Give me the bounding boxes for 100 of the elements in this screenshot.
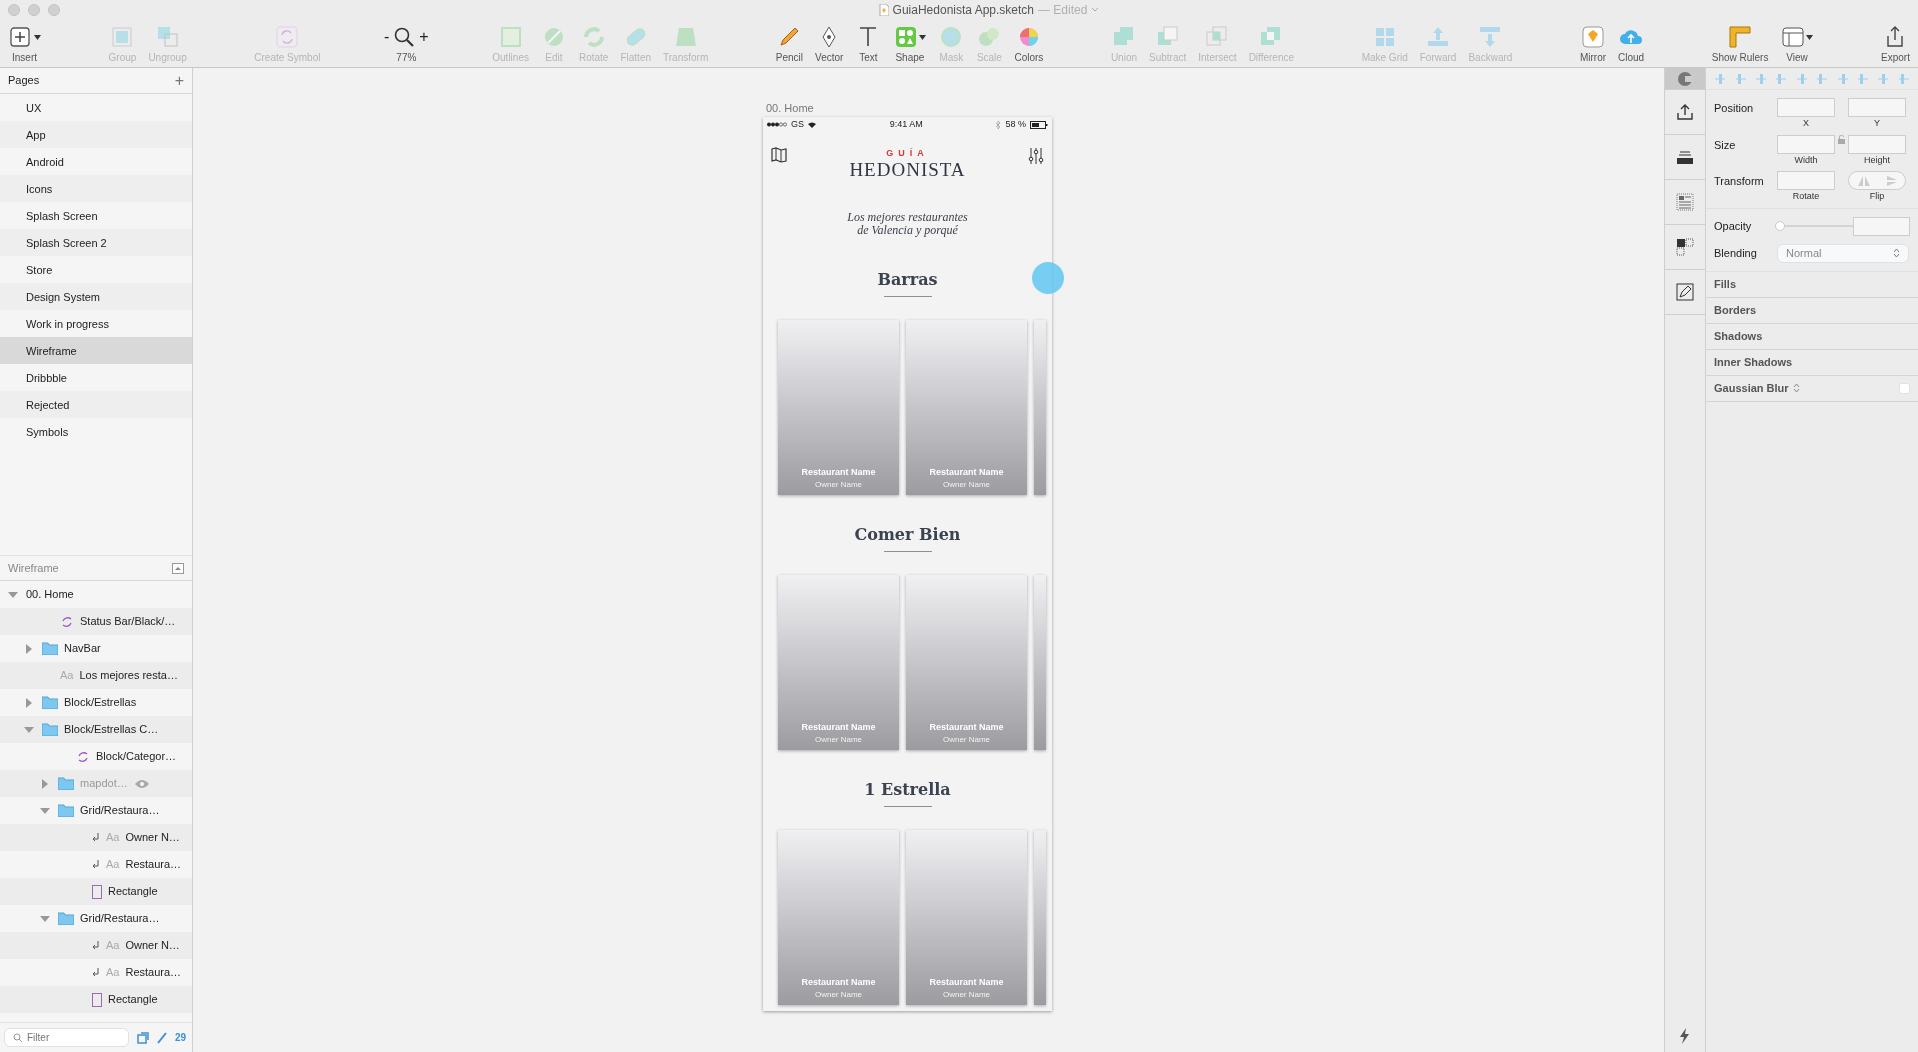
layer-row[interactable]: Block/Categor…: [0, 743, 192, 770]
lightning-icon[interactable]: [1680, 1028, 1690, 1044]
window-control[interactable]: [8, 4, 20, 16]
section-header[interactable]: Inner Shadows: [1706, 349, 1918, 376]
layer-row[interactable]: Aa Owner N…: [0, 932, 192, 959]
collapse-icon[interactable]: [172, 562, 184, 574]
layer-row[interactable]: Status Bar/Black/…: [0, 608, 192, 635]
window-control[interactable]: [28, 4, 40, 16]
section-header[interactable]: Gaussian Blur: [1706, 375, 1918, 402]
toolbar-button[interactable]: Insert: [4, 24, 45, 65]
filter-input[interactable]: Filter: [27, 1030, 117, 1045]
layer-row[interactable]: Rectangle: [0, 878, 192, 905]
page-item[interactable]: Android: [0, 148, 192, 175]
toolbar-button[interactable]: Shape: [889, 24, 931, 65]
input-field[interactable]: [1853, 216, 1910, 236]
restaurant-card[interactable]: [1034, 830, 1046, 1006]
layer-row[interactable]: Block/Estrellas C…: [0, 716, 192, 743]
toolbar-button[interactable]: View: [1776, 24, 1818, 65]
toolbar-button[interactable]: Export: [1877, 24, 1914, 65]
document-layout-icon[interactable]: [1676, 193, 1694, 211]
text-layer-icon: Aa: [106, 856, 120, 873]
restaurant-name: Restaurant Name: [801, 720, 876, 734]
page-item[interactable]: Splash Screen 2: [0, 229, 192, 256]
align-icon[interactable]: [1714, 72, 1727, 85]
page-item[interactable]: Icons: [0, 175, 192, 202]
align-icon[interactable]: [1775, 72, 1788, 85]
layer-row[interactable]: Aa Owner N…: [0, 824, 192, 851]
page-item[interactable]: Splash Screen: [0, 202, 192, 229]
search-icon: [13, 1032, 23, 1043]
section-header[interactable]: Borders: [1706, 297, 1918, 324]
page-item[interactable]: Symbols: [0, 418, 192, 445]
layer-row[interactable]: Rectangle: [0, 986, 192, 1013]
page-item[interactable]: App: [0, 121, 192, 148]
zoom-out-button[interactable]: -: [384, 25, 390, 49]
layer-row[interactable]: Grid/Restaura…: [0, 797, 192, 824]
pages-icon[interactable]: [137, 1031, 149, 1044]
page-item[interactable]: Work in progress: [0, 310, 192, 337]
align-icon[interactable]: [1897, 72, 1910, 85]
add-page-button[interactable]: +: [174, 68, 184, 93]
page-item[interactable]: Design System: [0, 283, 192, 310]
align-icon[interactable]: [1877, 72, 1890, 85]
layer-row[interactable]: Aa Los mejores resta…: [0, 662, 192, 689]
arrange-icon[interactable]: [1676, 238, 1694, 256]
checkbox[interactable]: [1899, 382, 1910, 394]
window-control[interactable]: [48, 4, 60, 16]
align-icon[interactable]: [1856, 72, 1869, 85]
layer-row[interactable]: Grid/Restaura…: [0, 905, 192, 932]
page-item[interactable]: Dribbble: [0, 364, 192, 391]
toolbar-button[interactable]: Mirror: [1575, 24, 1611, 65]
layer-row[interactable]: NavBar: [0, 635, 192, 662]
input-field[interactable]: [1848, 98, 1906, 117]
blending-select[interactable]: Normal: [1777, 243, 1909, 263]
edit-frame-icon[interactable]: [1676, 283, 1694, 301]
toolbar-button[interactable]: Pencil: [771, 24, 808, 65]
page-item[interactable]: Rejected: [0, 391, 192, 418]
map-icon[interactable]: [771, 146, 787, 163]
expanded-triangle-icon[interactable]: [40, 913, 50, 924]
align-icon[interactable]: [1754, 72, 1767, 85]
upload-icon[interactable]: [1676, 103, 1694, 121]
collapsed-triangle-icon[interactable]: [24, 697, 34, 708]
page-item[interactable]: Store: [0, 256, 192, 283]
align-icon[interactable]: [1734, 72, 1747, 85]
artboard-label: 00. Home: [766, 101, 815, 116]
flip-control[interactable]: [1848, 171, 1906, 190]
layer-row[interactable]: Block/Estrellas: [0, 689, 192, 716]
section-header[interactable]: Shadows: [1706, 323, 1918, 350]
toolbar-button[interactable]: Vector: [811, 24, 848, 65]
page-item[interactable]: Wireframe: [0, 337, 192, 364]
input-field[interactable]: [1777, 134, 1835, 154]
toolbar-button[interactable]: Cloud: [1614, 24, 1649, 65]
page-item[interactable]: UX: [0, 94, 192, 121]
expanded-triangle-icon[interactable]: [40, 805, 50, 816]
toolbar-button[interactable]: Colors: [1010, 24, 1048, 65]
zoom-in-button[interactable]: +: [419, 25, 429, 49]
sliders-icon[interactable]: [1028, 146, 1044, 165]
expanded-triangle-icon[interactable]: [8, 589, 18, 600]
toolbar-button[interactable]: Show Rulers: [1707, 24, 1773, 65]
collapsed-triangle-icon[interactable]: [24, 643, 34, 654]
input-field[interactable]: [1848, 134, 1906, 154]
section-header[interactable]: Fills: [1706, 271, 1918, 298]
restaurant-card[interactable]: [1034, 320, 1046, 496]
layer-row[interactable]: 00. Home: [0, 581, 192, 608]
layer-row[interactable]: Aa Restaura…: [0, 851, 192, 878]
filter-field[interactable]: Filter: [4, 1028, 129, 1047]
expanded-triangle-icon[interactable]: [24, 724, 34, 735]
layer-stack-icon[interactable]: [1676, 148, 1694, 166]
align-icon[interactable]: [1816, 72, 1829, 85]
layer-row[interactable]: Aa Restaura…: [0, 959, 192, 986]
restaurant-card[interactable]: [1034, 575, 1046, 751]
collapsed-triangle-icon[interactable]: [40, 778, 50, 789]
zoom-level[interactable]: 77%: [396, 50, 417, 65]
slider-thumb[interactable]: [1775, 221, 1786, 231]
input-field[interactable]: [1777, 98, 1835, 117]
align-icon[interactable]: [1836, 72, 1849, 85]
opacity-slider[interactable]: [1775, 221, 1854, 231]
lock-icon[interactable]: [1838, 134, 1845, 144]
component-icon[interactable]: [1676, 69, 1694, 88]
toolbar-button[interactable]: Text: [851, 24, 886, 65]
align-icon[interactable]: [1795, 72, 1808, 85]
input-field[interactable]: [1777, 171, 1835, 190]
